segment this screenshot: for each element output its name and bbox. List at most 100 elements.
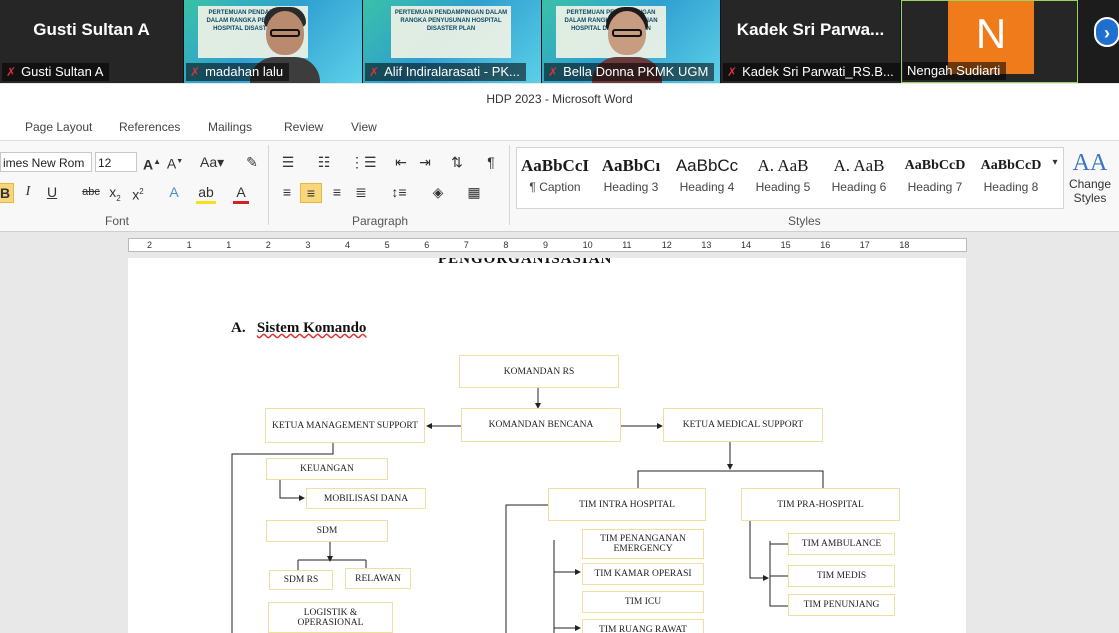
shrink-font-icon[interactable]: A▼ (166, 153, 184, 173)
change-styles-icon: AA (1072, 150, 1108, 176)
tab-references[interactable]: References (119, 120, 180, 134)
align-left-icon[interactable]: ≡ (278, 183, 296, 201)
style-caption[interactable]: AaBbCcI ¶ Caption (517, 154, 593, 204)
participant-tile[interactable]: PERTEMUAN PENDAMPINGAN DALAM RANGKA PENY… (542, 0, 721, 83)
style-heading-8[interactable]: AaBbCcD Heading 8 (973, 154, 1049, 204)
font-size-field[interactable]: 12 (95, 152, 137, 172)
org-node-komandan-bencana: KOMANDAN BENCANA (461, 408, 621, 442)
bold-icon[interactable]: B (0, 183, 14, 203)
ruler-tick-label: 5 (384, 240, 390, 250)
participant-tile-active-speaker[interactable]: N Nengah Sudiarti (901, 0, 1078, 83)
bullets-icon[interactable]: ☰ (278, 153, 298, 171)
org-node-mobilisasi-dana: MOBILISASI DANA (306, 488, 426, 509)
styles-scroll-down-icon[interactable]: ▾ (1049, 154, 1061, 172)
participant-name-large: Kadek Sri Parwa... (736, 20, 885, 39)
org-node-tim-icu: TIM ICU (582, 591, 704, 613)
paragraph-group-label: Paragraph (352, 214, 409, 228)
participant-label: ✗ Gusti Sultan A (2, 63, 110, 81)
numbering-icon[interactable]: ☷ (314, 153, 334, 171)
participant-label: Nengah Sudiarti (903, 62, 1007, 80)
shading-icon[interactable]: ◈ (428, 183, 448, 201)
subscript-icon[interactable]: x2 (107, 183, 123, 208)
participant-name-large: Gusti Sultan A (33, 20, 150, 39)
ruler-tick-label: 2 (147, 240, 153, 250)
text-effects-icon[interactable]: A (164, 183, 184, 201)
org-node-tim-intra-hospital: TIM INTRA HOSPITAL (548, 488, 706, 521)
org-node-sdm: SDM (266, 520, 388, 542)
borders-icon[interactable]: ▦ (464, 183, 484, 201)
underline-icon[interactable]: U (44, 183, 60, 201)
ruler-tick-label: 1 (186, 240, 192, 250)
next-page-button[interactable]: › (1094, 17, 1119, 47)
participant-label: ✗ Kadek Sri Parwati_RS.B... (723, 63, 900, 81)
justify-icon[interactable]: ≣ (352, 183, 370, 201)
horizontal-ruler[interactable]: 2 1 1 2 3 4 5 6 7 8 9 10 11 12 13 14 15 16 17 18 (128, 238, 967, 252)
document-page[interactable]: PENGORGANISASIAN A. Sistem Komando KOMAN… (128, 258, 966, 633)
ruler-tick-label: 16 (820, 240, 831, 250)
mic-muted-icon: ✗ (6, 65, 17, 79)
org-node-tim-penunjang: TIM PENUNJANG (788, 594, 895, 616)
org-node-keuangan: KEUANGAN (266, 458, 388, 480)
mic-muted-icon: ✗ (369, 65, 380, 79)
tab-review[interactable]: Review (284, 120, 323, 134)
org-node-logistik-operasional: LOGISTIK & OPERASIONAL (268, 602, 393, 633)
align-right-icon[interactable]: ≡ (328, 183, 346, 201)
increase-indent-icon[interactable]: ⇥ (416, 153, 434, 171)
show-paragraph-marks-icon[interactable]: ¶ (484, 153, 498, 171)
org-node-ketua-medical-support: KETUA MEDICAL SUPPORT (663, 408, 823, 442)
participant-strip: Gusti Sultan A ✗ Gusti Sultan A PERTEMUAN… (0, 0, 1119, 83)
participant-tile[interactable]: PERTEMUAN PENDAMPINGAN DALAM RANGKA PENY… (363, 0, 542, 83)
multilevel-list-icon[interactable]: ⋮☰ (350, 153, 377, 171)
ribbon-tabs: Page Layout References Mailings Review V… (0, 114, 1119, 140)
participant-tile[interactable]: Gusti Sultan A ✗ Gusti Sultan A (0, 0, 184, 83)
decrease-indent-icon[interactable]: ⇤ (392, 153, 410, 171)
highlight-color-icon[interactable]: ab (196, 183, 216, 204)
font-color-icon[interactable]: A (233, 183, 249, 204)
sort-icon[interactable]: ⇅ (448, 153, 466, 171)
ruler-tick-label: 2 (265, 240, 271, 250)
line-spacing-icon[interactable]: ↕≡ (388, 183, 410, 201)
ruler-tick-label: 18 (899, 240, 910, 250)
mic-muted-icon: ✗ (190, 65, 201, 79)
participant-tile[interactable]: Kadek Sri Parwa... ✗ Kadek Sri Parwati_RS… (721, 0, 901, 83)
participant-tile[interactable]: PERTEMUAN PENDAMPINGAN DALAM RANGKA PENY… (184, 0, 363, 83)
divider (268, 145, 269, 225)
change-case-icon[interactable]: Aa▾ (200, 153, 224, 171)
italic-icon[interactable]: I (20, 183, 36, 201)
participant-label: ✗ Bella Donna PKMK UGM (544, 63, 715, 81)
org-node-tim-ruang-rawat: TIM RUANG RAWAT (582, 619, 704, 633)
change-styles-button[interactable]: AA Change Styles (1066, 149, 1114, 205)
org-node-tim-kamar-operasi: TIM KAMAR OPERASI (582, 563, 704, 585)
ruler-tick-label: 14 (741, 240, 752, 250)
mic-muted-icon: ✗ (548, 65, 559, 79)
style-heading-3[interactable]: AaBbCı Heading 3 (593, 154, 669, 204)
tab-mailings[interactable]: Mailings (208, 120, 252, 134)
window-title: HDP 2023 - Microsoft Word (0, 84, 1119, 114)
org-node-tim-ambulance: TIM AMBULANCE (788, 533, 895, 555)
tab-view[interactable]: View (351, 120, 377, 134)
org-node-sdm-rs: SDM RS (269, 570, 333, 590)
participant-label: ✗ Alif Indiralarasati - PK... (365, 63, 526, 81)
grow-font-icon[interactable]: A▲ (143, 153, 161, 174)
org-node-tim-medis: TIM MEDIS (788, 565, 895, 587)
style-heading-7[interactable]: AaBbCcD Heading 7 (897, 154, 973, 204)
font-name-field[interactable]: imes New Rom (0, 152, 92, 172)
divider (509, 145, 510, 225)
ruler-tick-label: 10 (582, 240, 593, 250)
ruler-tick-label: 9 (543, 240, 549, 250)
style-heading-6[interactable]: A. AaB Heading 6 (821, 154, 897, 204)
clear-formatting-icon[interactable]: ✎ (242, 153, 262, 171)
tab-page-layout[interactable]: Page Layout (25, 120, 92, 134)
style-heading-4[interactable]: AaBbCc Heading 4 (669, 154, 745, 204)
ruler-tick-label: 7 (463, 240, 469, 250)
superscript-icon[interactable]: x2 (130, 183, 146, 204)
org-node-komandan-rs: KOMANDAN RS (459, 355, 619, 388)
ruler-tick-label: 15 (780, 240, 791, 250)
align-center-icon[interactable]: ≡ (300, 183, 322, 203)
style-heading-5[interactable]: A. AaB Heading 5 (745, 154, 821, 204)
ruler-tick-label: 13 (701, 240, 712, 250)
strikethrough-icon[interactable]: abc (80, 183, 102, 201)
styles-group-label: Styles (788, 214, 821, 228)
ruler-tick-label: 17 (859, 240, 870, 250)
participant-label: ✗ madahan lalu (186, 63, 290, 81)
